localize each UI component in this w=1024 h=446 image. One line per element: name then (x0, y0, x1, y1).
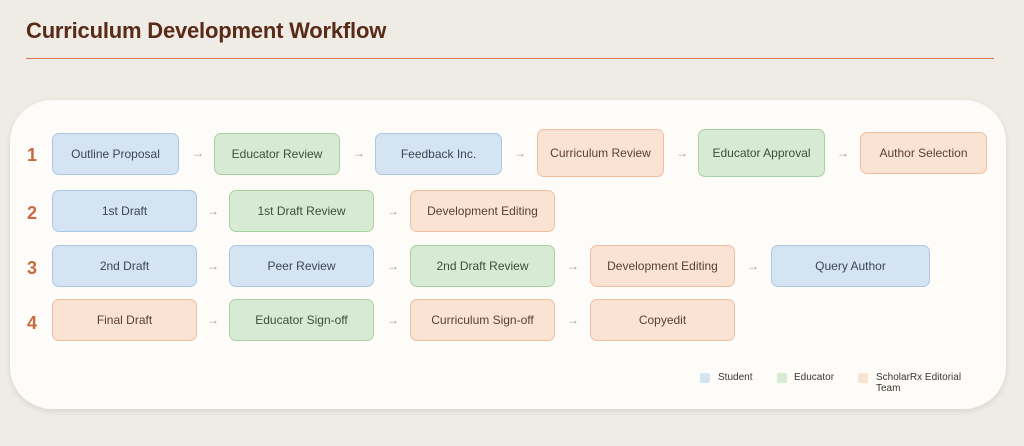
arrow-icon: → (387, 204, 399, 218)
legend-label-editorial: ScholarRx Editorial Team (876, 372, 962, 394)
title-divider (26, 58, 994, 59)
step-development-editing: Development Editing (590, 245, 735, 287)
step-curriculum-sign-off: Curriculum Sign-off (410, 299, 555, 341)
row-number-4: 4 (26, 313, 37, 333)
step-educator-approval: Educator Approval (698, 129, 825, 177)
arrow-icon: → (747, 259, 759, 273)
legend-swatch-student (700, 373, 710, 383)
step-educator-review: Educator Review (214, 133, 340, 175)
legend-swatch-educator (777, 373, 787, 383)
legend-label-student: Student (718, 372, 753, 383)
arrow-icon: → (387, 313, 399, 327)
step-outline-proposal: Outline Proposal (52, 133, 179, 175)
row-number-3: 3 (26, 258, 37, 278)
step-2nd-draft: 2nd Draft (52, 245, 197, 287)
arrow-icon: → (387, 259, 399, 273)
page-title: Curriculum Development Workflow (26, 18, 387, 43)
arrow-icon: → (192, 146, 204, 160)
step-1st-draft-review: 1st Draft Review (229, 190, 374, 232)
step-feedback-inc: Feedback Inc. (375, 133, 502, 175)
arrow-icon: → (567, 313, 579, 327)
step-query-author: Query Author (771, 245, 930, 287)
step-curriculum-review: Curriculum Review (537, 129, 664, 177)
step-copyedit: Copyedit (590, 299, 735, 341)
arrow-icon: → (207, 204, 219, 218)
arrow-icon: → (837, 146, 849, 160)
row-number-1: 1 (26, 145, 37, 165)
step-development-editing: Development Editing (410, 190, 555, 232)
arrow-icon: → (676, 146, 688, 160)
arrow-icon: → (207, 313, 219, 327)
step-final-draft: Final Draft (52, 299, 197, 341)
row-number-2: 2 (26, 203, 37, 223)
arrow-icon: → (514, 146, 526, 160)
arrow-icon: → (207, 259, 219, 273)
legend-label-educator: Educator (794, 372, 835, 383)
step-author-selection: Author Selection (860, 132, 987, 174)
step-peer-review: Peer Review (229, 245, 374, 287)
step-1st-draft: 1st Draft (52, 190, 197, 232)
arrow-icon: → (353, 146, 365, 160)
legend-swatch-editorial (858, 373, 868, 383)
arrow-icon: → (567, 259, 579, 273)
step-2nd-draft-review: 2nd Draft Review (410, 245, 555, 287)
step-educator-sign-off: Educator Sign-off (229, 299, 374, 341)
